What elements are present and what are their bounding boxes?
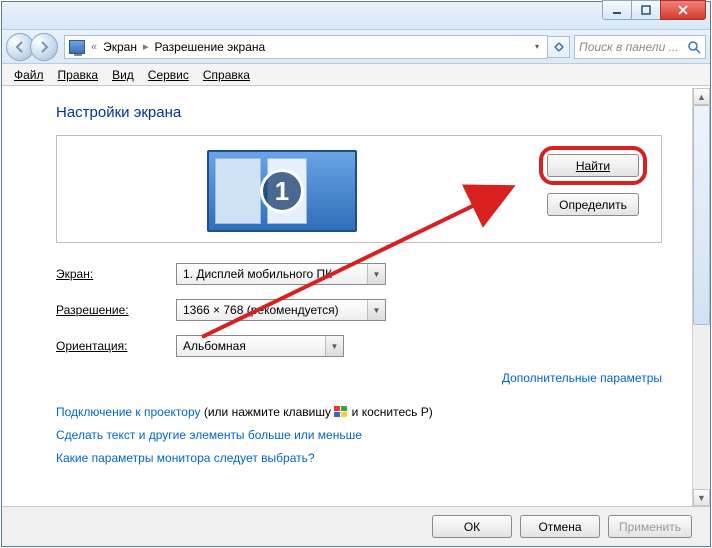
breadcrumb-separator: « [91,41,97,53]
monitor-params-link[interactable]: Какие параметры монитора следует выбрать… [56,451,315,465]
advanced-settings-link[interactable]: Дополнительные параметры [502,371,662,385]
combo-orientation-value: Альбомная [183,339,246,353]
projector-tail-a: (или нажмите клавишу [201,405,335,419]
nav-bar: « Экран ▸ Разрешение экрана ▾ Поиск в па… [2,30,710,64]
row-resolution: Разрешение: 1366 × 768 (рекомендуется) ▼ [56,299,662,321]
preview-side-buttons: Найти Определить [539,146,647,216]
scroll-down-arrow[interactable]: ▼ [693,489,710,506]
preview-panel-left [215,158,261,224]
address-bar[interactable]: « Экран ▸ Разрешение экрана ▾ [64,35,548,59]
projector-link[interactable]: Подключение к проектору [56,405,201,419]
refresh-icon [552,40,566,54]
address-dropdown[interactable]: ▾ [531,42,543,51]
advanced-link-row: Дополнительные параметры [56,371,662,385]
minimize-button[interactable] [602,0,632,20]
menu-file[interactable]: Файл [8,66,50,84]
label-screen: Экран: [56,267,176,281]
scroll-thumb[interactable] [693,105,710,325]
detect-button[interactable]: Определить [547,193,639,216]
text-size-link[interactable]: Сделать текст и другие элементы больше и… [56,428,362,442]
projector-tail-b: и коснитесь P) [348,405,432,419]
forward-arrow-icon [37,40,51,54]
ok-button[interactable]: ОК [432,515,512,538]
breadcrumb-arrow: ▸ [143,40,149,53]
cancel-button[interactable]: Отмена [520,515,600,538]
search-placeholder: Поиск в панели ... [579,40,679,54]
back-arrow-icon [13,40,27,54]
combo-screen[interactable]: 1. Дисплей мобильного ПК ▼ [176,263,386,285]
menu-edit[interactable]: Правка [52,66,105,84]
dialog-footer: ОК Отмена Применить [2,506,710,546]
display-preview-monitor[interactable]: 1 [207,150,357,232]
label-resolution: Разрешение: [56,303,176,317]
forward-button[interactable] [30,33,58,61]
maximize-icon [640,5,652,15]
label-orientation: Ориентация: [56,339,176,353]
caption-buttons [603,0,706,20]
menu-service[interactable]: Сервис [142,66,195,84]
chevron-down-icon: ▼ [367,264,385,284]
page-title: Настройки экрана [56,104,662,121]
title-bar [2,2,710,30]
breadcrumb-resolution[interactable]: Разрешение экрана [155,40,266,54]
combo-orientation[interactable]: Альбомная ▼ [176,335,344,357]
combo-resolution-value: 1366 × 768 (рекомендуется) [183,303,339,317]
vertical-scrollbar[interactable]: ▲ ▼ [692,88,710,506]
find-button[interactable]: Найти [547,154,639,177]
search-icon [687,40,701,57]
close-button[interactable] [660,0,706,20]
menu-bar: Файл Правка Вид Сервис Справка [2,64,710,86]
display-number-badge: 1 [260,169,304,213]
breadcrumb-screen[interactable]: Экран [103,40,137,54]
row-orientation: Ориентация: Альбомная ▼ [56,335,662,357]
combo-resolution[interactable]: 1366 × 768 (рекомендуется) ▼ [176,299,386,321]
search-input[interactable]: Поиск в панели ... [574,35,706,59]
annotation-highlight: Найти [539,146,647,185]
row-screen: Экран: 1. Дисплей мобильного ПК ▼ [56,263,662,285]
close-icon [677,5,689,15]
scroll-track[interactable] [693,105,710,489]
combo-screen-value: 1. Дисплей мобильного ПК [183,267,332,281]
chevron-down-icon: ▼ [367,300,385,320]
minimize-icon [611,5,623,15]
chevron-down-icon: ▼ [325,336,343,356]
window-frame: « Экран ▸ Разрешение экрана ▾ Поиск в па… [1,1,711,547]
monitor-icon [69,40,85,54]
apply-button[interactable]: Применить [608,515,692,538]
maximize-button[interactable] [631,0,661,20]
projector-line: Подключение к проектору (или нажмите кла… [56,401,662,424]
refresh-button[interactable] [548,36,570,58]
menu-help[interactable]: Справка [197,66,256,84]
windows-key-icon [334,406,348,418]
menu-view[interactable]: Вид [106,66,140,84]
content-area: Настройки экрана 1 Найти Определить Экра… [2,88,692,506]
scroll-up-arrow[interactable]: ▲ [693,88,710,105]
help-links: Подключение к проектору (или нажмите кла… [56,401,662,469]
display-preview-box: 1 Найти Определить [56,135,662,243]
